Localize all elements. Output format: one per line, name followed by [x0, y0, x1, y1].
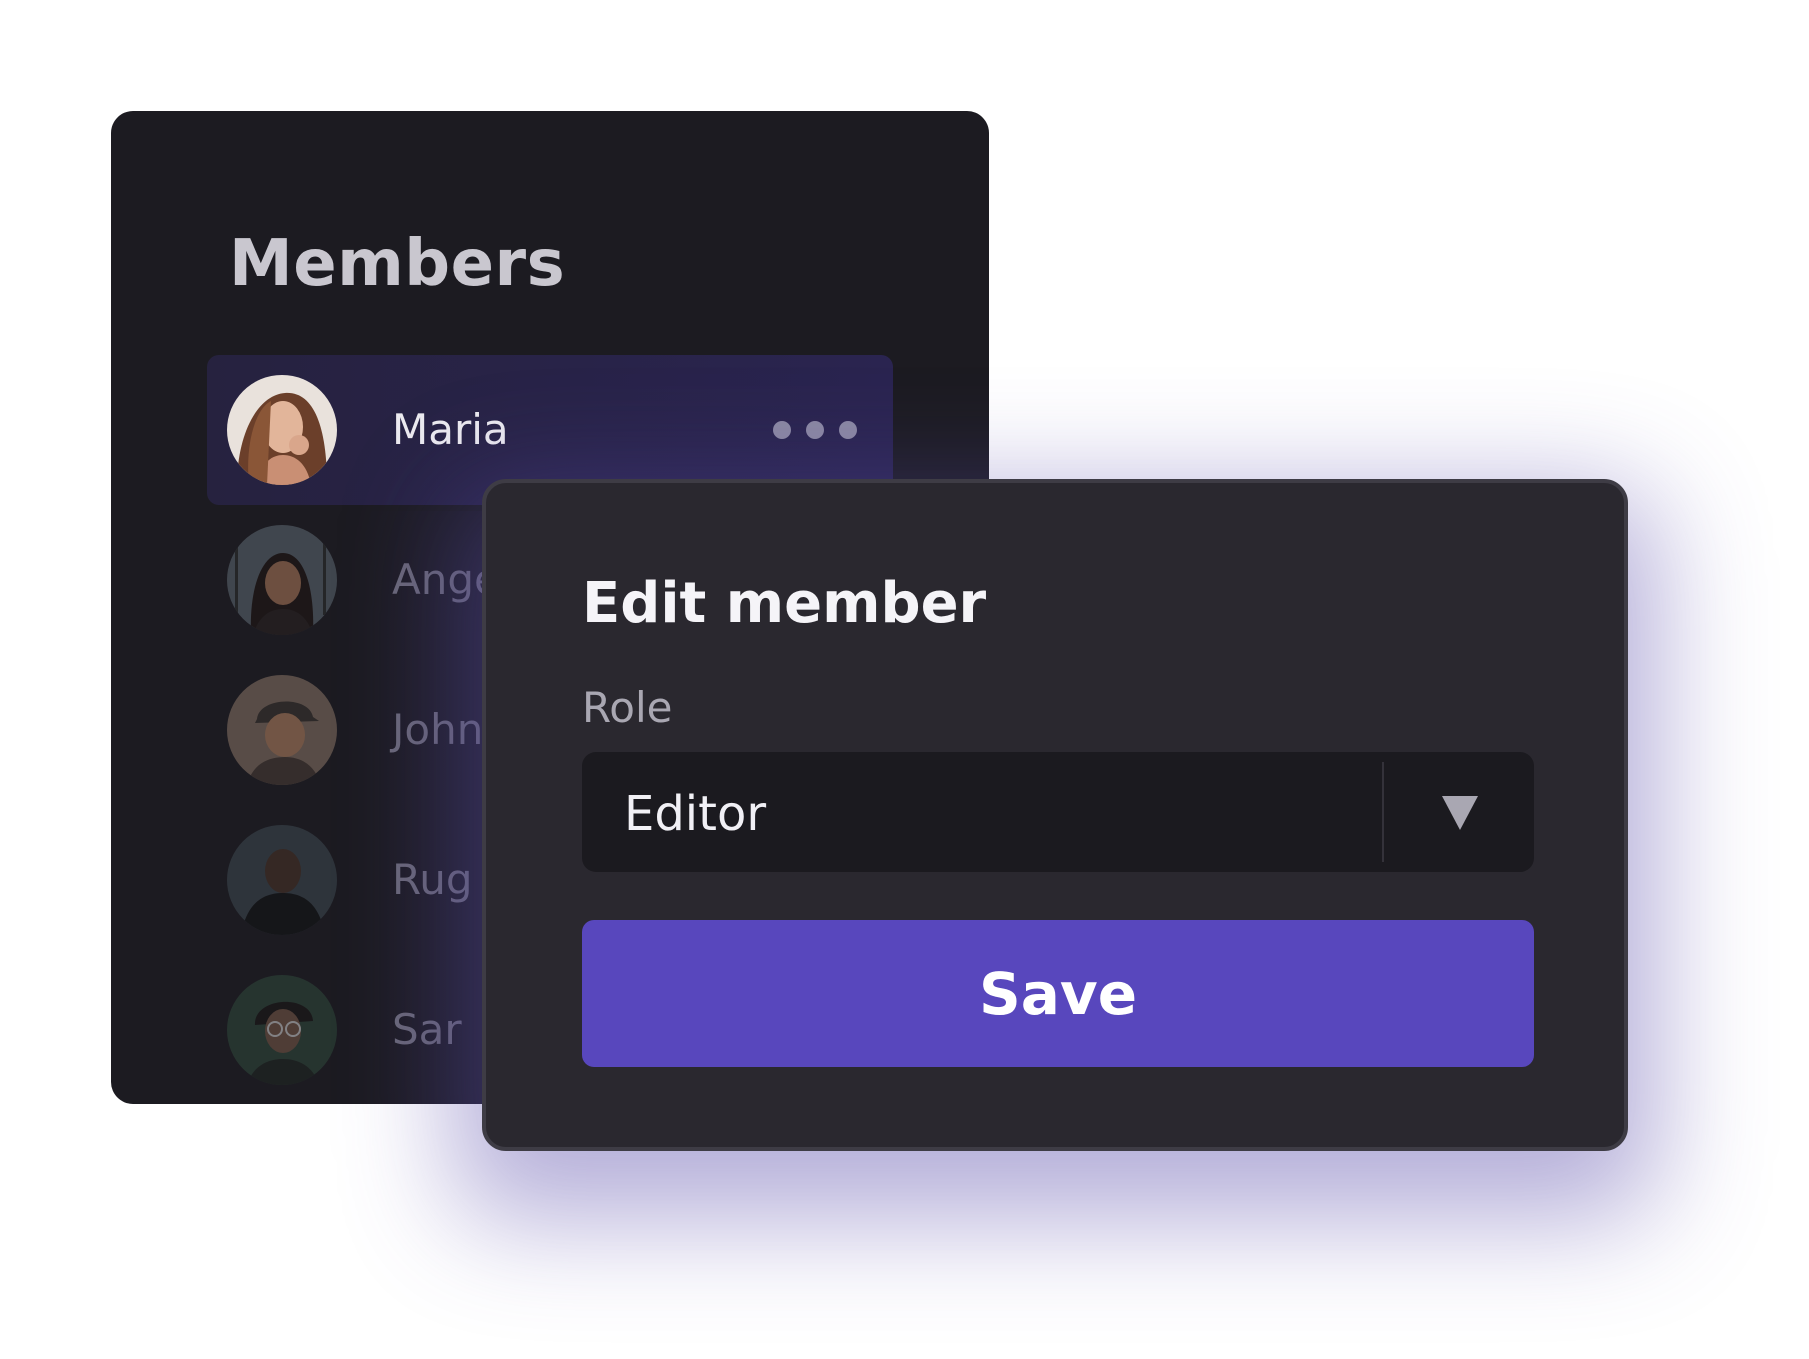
save-button[interactable]: Save [582, 920, 1534, 1067]
avatar-photo-rug [227, 825, 337, 935]
dot-icon [773, 421, 791, 439]
member-name: Sar [392, 1005, 462, 1054]
dot-icon [806, 421, 824, 439]
member-name: Rug [392, 855, 473, 904]
role-select-value: Editor [624, 786, 767, 842]
member-name: Maria [392, 405, 509, 454]
avatar-photo-sar [227, 975, 337, 1085]
edit-member-dialog: Edit member Role Editor Save [482, 479, 1628, 1151]
triangle-down-icon [1442, 796, 1478, 830]
avatar [227, 975, 337, 1085]
stage: Members Maria Ange John Rug Sar Edit mem… [0, 0, 1809, 1359]
members-title: Members [229, 227, 566, 301]
dot-icon [839, 421, 857, 439]
avatar [227, 375, 337, 485]
select-divider [1382, 762, 1384, 862]
role-select[interactable]: Editor [582, 752, 1534, 872]
avatar [227, 825, 337, 935]
avatar [227, 675, 337, 785]
avatar [227, 525, 337, 635]
member-name: John [392, 705, 484, 754]
role-label: Role [582, 683, 673, 732]
avatar-photo-maria [227, 375, 337, 485]
dialog-title: Edit member [582, 571, 987, 636]
more-options-button[interactable] [773, 416, 857, 444]
avatar-photo-john [227, 675, 337, 785]
avatar-photo-ange [227, 525, 337, 635]
